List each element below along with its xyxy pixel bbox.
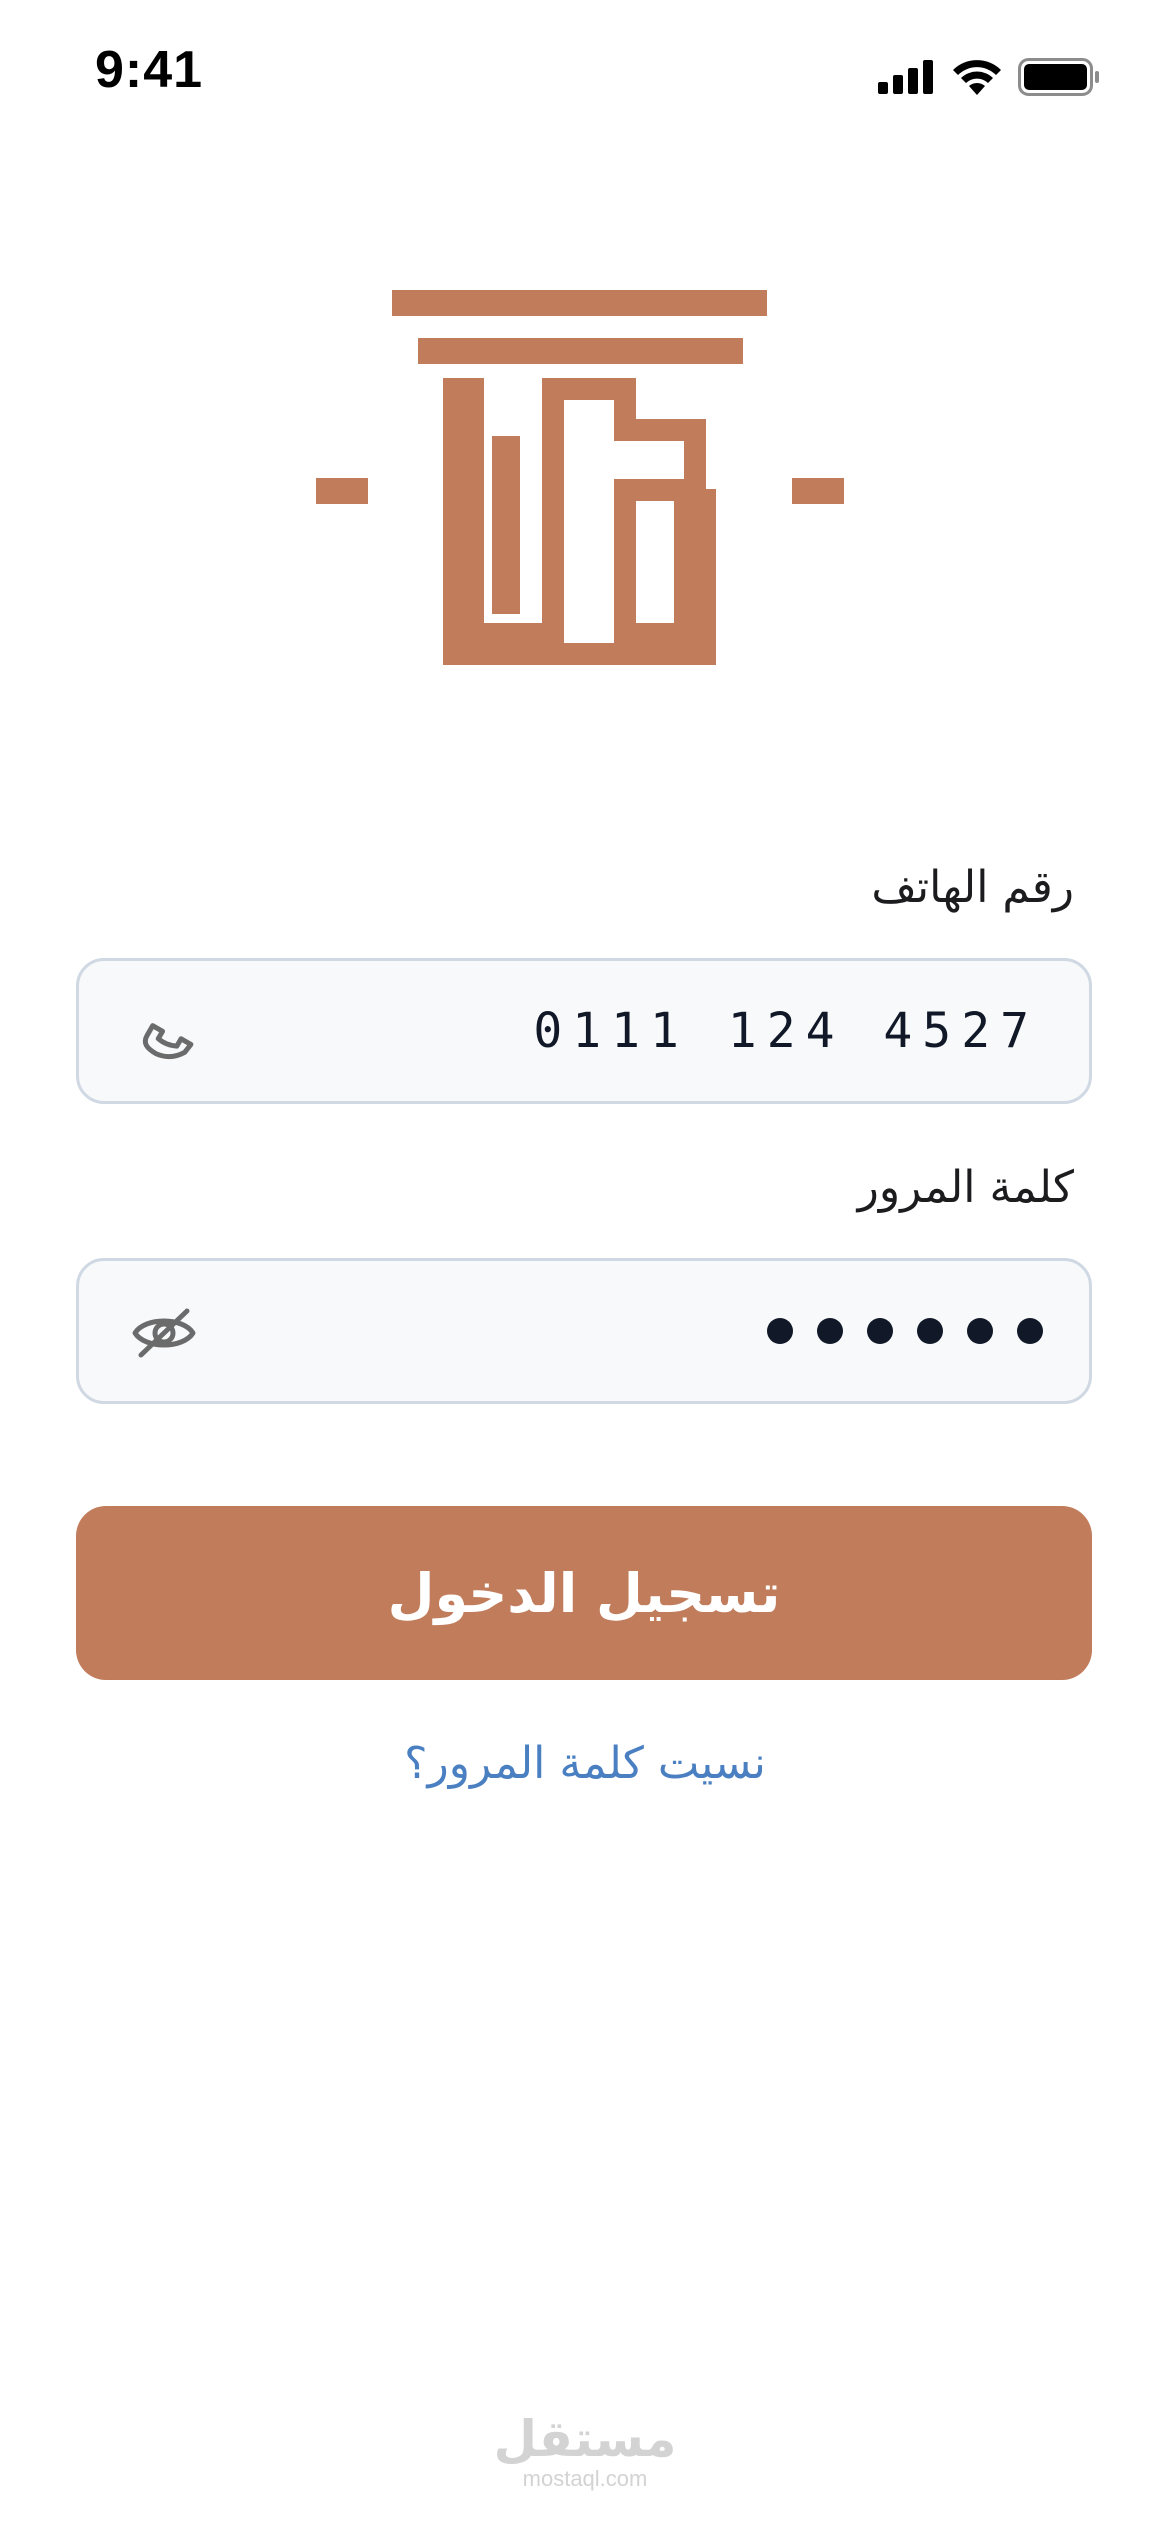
status-bar: 9:41 — [0, 0, 1170, 150]
olf-logo — [0, 280, 1170, 700]
password-dot — [867, 1318, 893, 1344]
eye-off-icon[interactable] — [129, 1301, 199, 1365]
watermark-arabic: مستقل — [493, 2410, 677, 2468]
phone-value: 0111 124 4527 — [533, 1003, 1039, 1059]
battery-icon — [1018, 58, 1099, 96]
password-dot — [1017, 1318, 1043, 1344]
login-button[interactable]: تسجيل الدخول — [76, 1506, 1092, 1680]
wifi-icon — [953, 60, 1001, 95]
watermark: مستقل mostaql.com — [0, 2412, 1170, 2492]
forgot-password-link[interactable]: نسيت كلمة المرور؟ — [0, 1738, 1170, 1789]
phone-label: رقم الهاتف — [871, 862, 1074, 913]
password-input[interactable] — [76, 1258, 1092, 1404]
phone-icon — [142, 1023, 194, 1060]
password-dot — [767, 1318, 793, 1344]
watermark-url: mostaql.com — [522, 2466, 648, 2491]
password-dot — [967, 1318, 993, 1344]
password-label: كلمة المرور — [857, 1162, 1074, 1213]
password-dot — [817, 1318, 843, 1344]
password-dots — [767, 1261, 1043, 1401]
status-time: 9:41 — [95, 41, 204, 99]
status-icons — [878, 52, 1100, 102]
signal-icon — [878, 60, 933, 94]
phone-input[interactable]: 0111 124 4527 — [76, 958, 1092, 1104]
password-dot — [917, 1318, 943, 1344]
